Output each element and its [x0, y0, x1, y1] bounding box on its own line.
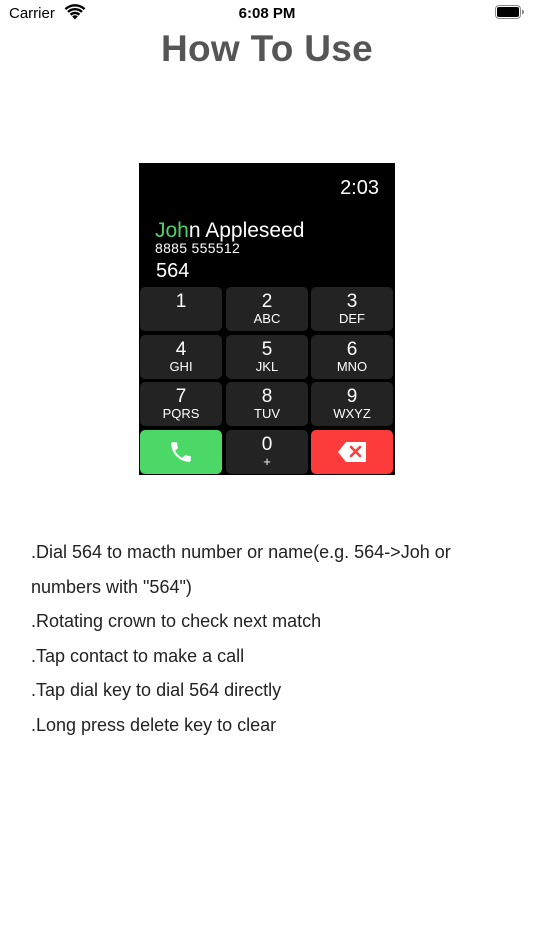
key-letters: DEF — [339, 311, 365, 326]
battery-icon — [495, 5, 524, 19]
status-bar: Carrier 6:08 PM — [0, 0, 534, 28]
watch-time: 2:03 — [340, 177, 379, 199]
key-letters: TUV — [254, 406, 280, 421]
key-digit: 8 — [261, 386, 273, 407]
watch-preview-image: 2:03 John Appleseed 8885 555512 564 1 2 … — [139, 163, 395, 475]
key-letters: WXYZ — [333, 406, 371, 421]
key-digit: 7 — [175, 386, 187, 407]
instruction-item: .Rotating crown to check next match — [31, 611, 322, 631]
key-8: 8 TUV — [226, 382, 308, 426]
key-digit: 4 — [175, 339, 187, 360]
contact-name-match: Joh — [155, 219, 189, 242]
page-title: How To Use — [161, 28, 373, 69]
key-letters: ABC — [253, 311, 281, 326]
key-7: 7 PQRS — [140, 382, 222, 426]
instructions: .Dial 564 to macth number or name(e.g. 5… — [31, 535, 521, 742]
key-letters: GHI — [169, 359, 193, 374]
key-digit: 0 — [261, 434, 273, 455]
key-6: 6 MNO — [311, 335, 393, 379]
key-digit: 3 — [346, 291, 358, 312]
dialed-number: 564 — [156, 260, 190, 282]
key-digit: 2 — [261, 291, 273, 312]
contact-name-rest: n Appleseed — [188, 219, 305, 242]
key-9: 9 WXYZ — [311, 382, 393, 426]
phone-icon — [171, 442, 191, 462]
key-digit: 5 — [261, 339, 273, 360]
keypad: 1 2 ABC 3 DEF 4 GHI 5 JKL 6 MNO 7 PQRS 8 — [140, 287, 394, 474]
key-3: 3 DEF — [311, 287, 393, 331]
delete-key — [311, 430, 393, 474]
instruction-item: .Dial 564 to macth number or name(e.g. 5… — [31, 542, 451, 597]
key-digit: 9 — [346, 386, 358, 407]
instruction-item: .Long press delete key to clear — [31, 714, 277, 735]
key-0: 0 + — [226, 430, 308, 474]
key-5: 5 JKL — [226, 335, 308, 379]
key-digit: 1 — [175, 291, 187, 312]
key-1: 1 — [140, 287, 222, 331]
key-letters: + — [263, 454, 271, 469]
key-letters: JKL — [255, 359, 279, 374]
status-time: 6:08 PM — [238, 5, 296, 22]
instruction-item: .Tap dial key to dial 564 directly — [31, 680, 282, 700]
key-4: 4 GHI — [140, 335, 222, 379]
key-digit: 6 — [346, 339, 358, 360]
instruction-item: .Tap contact to make a call — [31, 645, 245, 666]
call-key — [140, 430, 222, 474]
key-letters: MNO — [336, 359, 368, 374]
key-letters: PQRS — [162, 406, 200, 421]
contact-number: 8885 555512 — [155, 240, 241, 256]
backspace-icon — [338, 442, 366, 462]
key-2: 2 ABC — [226, 287, 308, 331]
